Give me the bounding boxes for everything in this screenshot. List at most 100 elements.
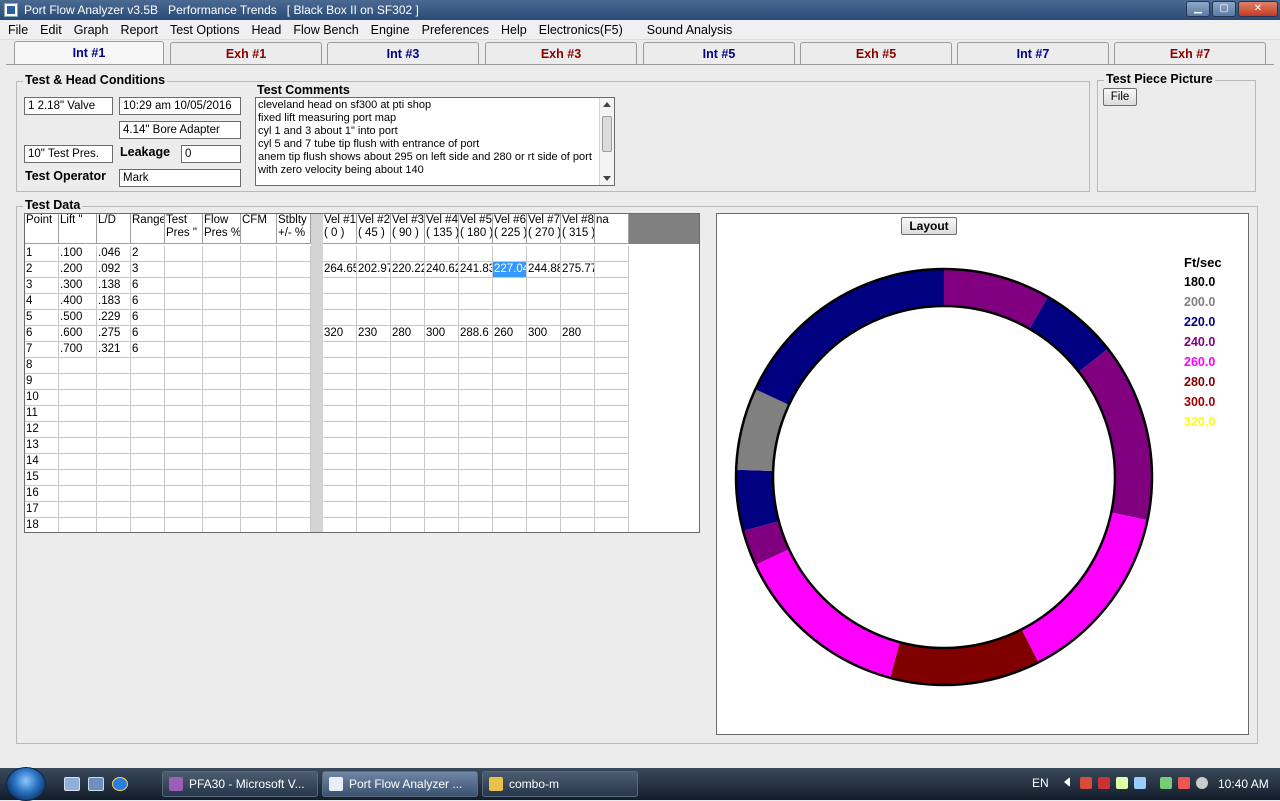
- cell-vel-4[interactable]: [425, 310, 459, 326]
- cell-cfm[interactable]: [241, 358, 277, 374]
- cell-vel-8[interactable]: [561, 294, 595, 310]
- cell-ld[interactable]: [97, 406, 131, 422]
- cell-flow-pres[interactable]: [203, 374, 241, 390]
- cell-vel-8[interactable]: [561, 310, 595, 326]
- tray-action-center-icon[interactable]: [1178, 777, 1190, 789]
- menu-file[interactable]: File: [2, 20, 34, 40]
- cell-stability[interactable]: [277, 454, 311, 470]
- cell-vel-3[interactable]: [391, 374, 425, 390]
- cell-point[interactable]: 16: [25, 486, 59, 502]
- cell-range[interactable]: 6: [131, 294, 165, 310]
- header-point[interactable]: Point: [25, 214, 59, 244]
- tab-int-7[interactable]: Int #7: [957, 42, 1109, 64]
- cell-vel-2[interactable]: 202.97: [357, 262, 391, 278]
- cell-vel-7[interactable]: [527, 454, 561, 470]
- cell-vel-2[interactable]: 230: [357, 326, 391, 342]
- cell-vel-4[interactable]: [425, 486, 459, 502]
- cell-vel-7[interactable]: [527, 406, 561, 422]
- cell-point[interactable]: 12: [25, 422, 59, 438]
- cell-point[interactable]: 3: [25, 278, 59, 294]
- cell-point[interactable]: 5: [25, 310, 59, 326]
- cell-vel-5[interactable]: [459, 246, 493, 262]
- cell-range[interactable]: 6: [131, 326, 165, 342]
- cell-vel-3[interactable]: [391, 470, 425, 486]
- cell-vel-4[interactable]: [425, 374, 459, 390]
- cell-test-pres[interactable]: [165, 390, 203, 406]
- cell-na[interactable]: [595, 502, 629, 518]
- menu-help[interactable]: Help: [495, 20, 533, 40]
- cell-flow-pres[interactable]: [203, 406, 241, 422]
- cell-vel-8[interactable]: [561, 342, 595, 358]
- cell-lift[interactable]: .500: [59, 310, 97, 326]
- cell-vel-7[interactable]: [527, 502, 561, 518]
- cell-range[interactable]: [131, 374, 165, 390]
- cell-vel-6[interactable]: 260: [493, 326, 527, 342]
- cell-vel-8[interactable]: [561, 438, 595, 454]
- cell-ld[interactable]: [97, 374, 131, 390]
- cell-na[interactable]: [595, 454, 629, 470]
- scroll-down-arrow-icon[interactable]: [603, 176, 611, 181]
- cell-vel-6[interactable]: [493, 310, 527, 326]
- cell-point[interactable]: 14: [25, 454, 59, 470]
- cell-vel-7[interactable]: [527, 342, 561, 358]
- cell-vel-6[interactable]: [493, 438, 527, 454]
- cell-range[interactable]: [131, 406, 165, 422]
- cell-test-pres[interactable]: [165, 310, 203, 326]
- cell-vel-3[interactable]: 280: [391, 326, 425, 342]
- cell-stability[interactable]: [277, 438, 311, 454]
- cell-cfm[interactable]: [241, 294, 277, 310]
- cell-vel-6[interactable]: [493, 278, 527, 294]
- cell-range[interactable]: [131, 502, 165, 518]
- tab-int-1[interactable]: Int #1: [14, 41, 164, 65]
- cell-vel-8[interactable]: [561, 390, 595, 406]
- datetime-field[interactable]: 10:29 am 10/05/2016: [119, 97, 241, 115]
- tray-alert-icon[interactable]: [1098, 777, 1110, 789]
- cell-test-pres[interactable]: [165, 518, 203, 532]
- cell-vel-5[interactable]: [459, 294, 493, 310]
- cell-test-pres[interactable]: [165, 470, 203, 486]
- header-lift[interactable]: Lift ": [59, 214, 97, 244]
- cell-vel-6[interactable]: [493, 246, 527, 262]
- start-button[interactable]: [6, 767, 46, 801]
- cell-stability[interactable]: [277, 374, 311, 390]
- header-vel-1[interactable]: Vel #1 ( 0 ): [323, 214, 357, 244]
- header-na[interactable]: na: [595, 214, 629, 244]
- cell-vel-4[interactable]: [425, 422, 459, 438]
- cell-vel-8[interactable]: [561, 422, 595, 438]
- menu-sound-analysis[interactable]: Sound Analysis: [641, 20, 738, 40]
- cell-test-pres[interactable]: [165, 358, 203, 374]
- cell-point[interactable]: 15: [25, 470, 59, 486]
- menu-head[interactable]: Head: [245, 20, 287, 40]
- cell-stability[interactable]: [277, 278, 311, 294]
- cell-vel-5[interactable]: [459, 406, 493, 422]
- header-stability[interactable]: Stblty +/- %: [277, 214, 311, 244]
- cell-vel-8[interactable]: 275.77: [561, 262, 595, 278]
- cell-vel-6[interactable]: [493, 502, 527, 518]
- cell-vel-1[interactable]: [323, 358, 357, 374]
- scroll-thumb[interactable]: [602, 116, 612, 152]
- cell-point[interactable]: 11: [25, 406, 59, 422]
- cell-na[interactable]: [595, 486, 629, 502]
- switch-windows-icon[interactable]: [88, 777, 104, 791]
- cell-vel-5[interactable]: [459, 438, 493, 454]
- cell-stability[interactable]: [277, 502, 311, 518]
- cell-ld[interactable]: .046: [97, 246, 131, 262]
- cell-test-pres[interactable]: [165, 502, 203, 518]
- test-pres-field[interactable]: 10" Test Pres.: [24, 145, 113, 163]
- header-vel-7[interactable]: Vel #7 ( 270 ): [527, 214, 561, 244]
- cell-vel-1[interactable]: [323, 454, 357, 470]
- cell-vel-7[interactable]: [527, 422, 561, 438]
- cell-vel-1[interactable]: [323, 278, 357, 294]
- cell-vel-2[interactable]: [357, 358, 391, 374]
- cell-ld[interactable]: [97, 358, 131, 374]
- valve-field[interactable]: 1 2.18" Valve: [24, 97, 113, 115]
- cell-vel-6[interactable]: [493, 406, 527, 422]
- cell-point[interactable]: 1: [25, 246, 59, 262]
- menu-report[interactable]: Report: [114, 20, 164, 40]
- cell-ld[interactable]: .275: [97, 326, 131, 342]
- menu-preferences[interactable]: Preferences: [416, 20, 495, 40]
- cell-vel-4[interactable]: [425, 518, 459, 532]
- cell-vel-5[interactable]: [459, 358, 493, 374]
- file-button[interactable]: File: [1103, 88, 1137, 106]
- cell-stability[interactable]: [277, 390, 311, 406]
